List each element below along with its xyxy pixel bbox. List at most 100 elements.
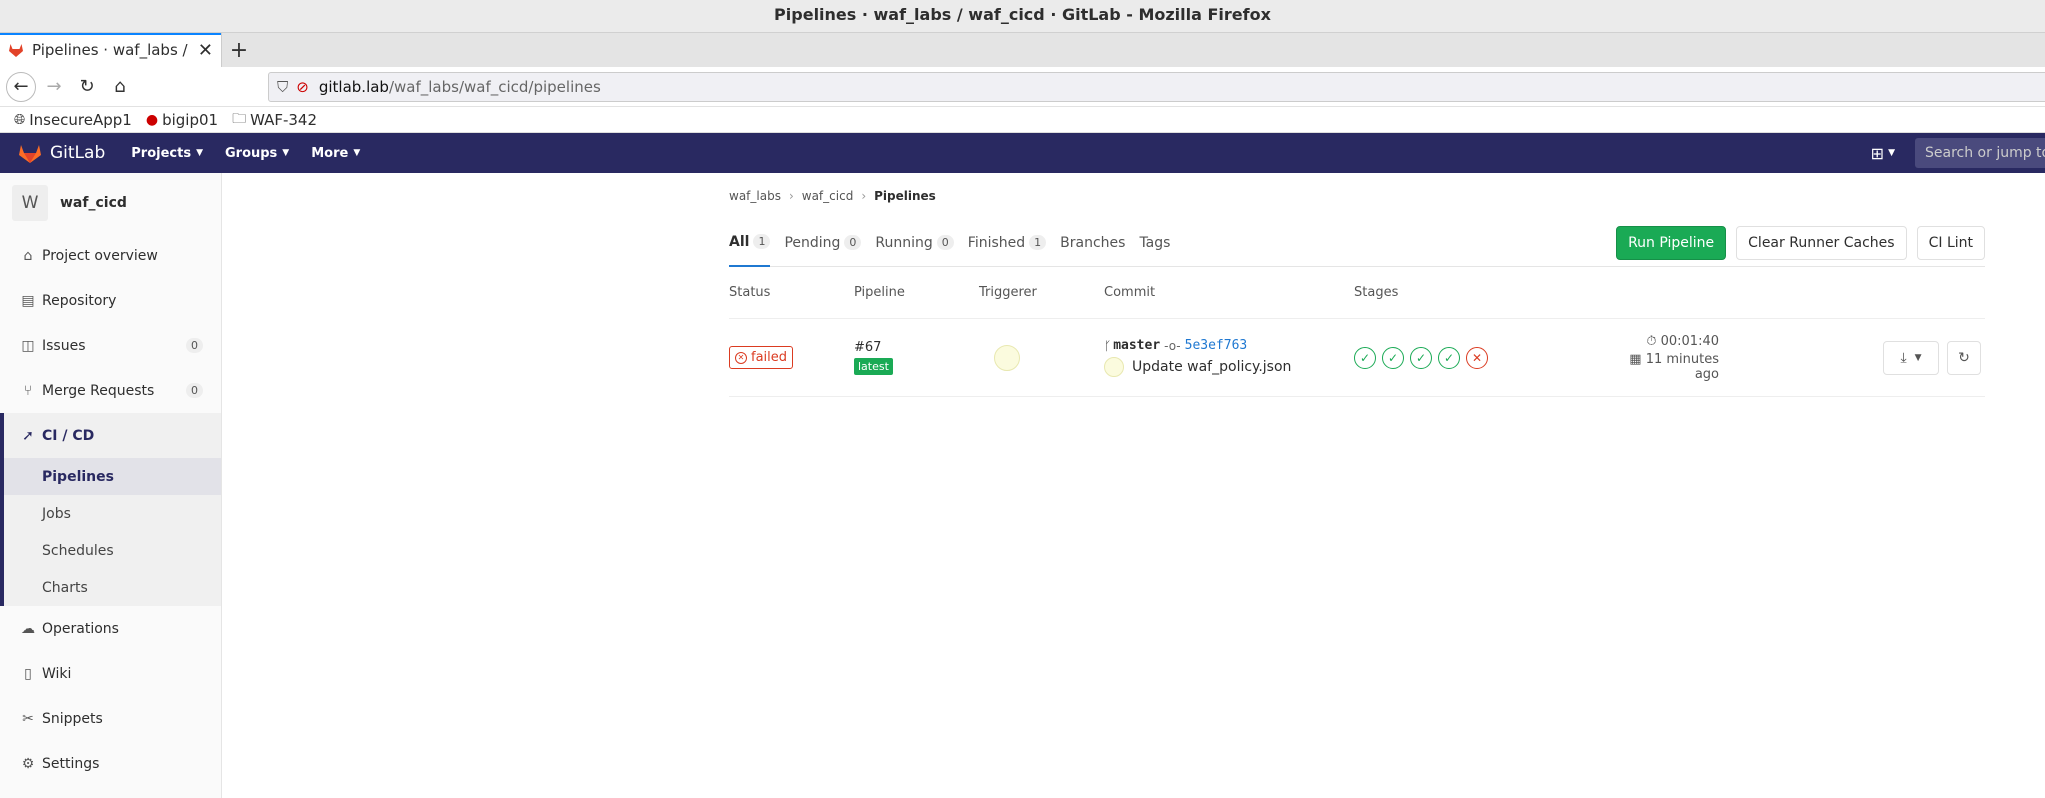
- home-icon: ⌂: [23, 247, 33, 264]
- table-header: Status Pipeline Triggerer Commit Stages: [729, 267, 1985, 319]
- cloud-icon: ☁︎: [21, 620, 35, 637]
- tab-finished[interactable]: Finished 1: [968, 219, 1047, 267]
- gitlab-logo[interactable]: GitLab: [18, 142, 105, 164]
- status-badge[interactable]: ✕ failed: [729, 346, 794, 369]
- wiki-book-icon: ▯: [24, 665, 32, 682]
- issues-icon: ◫: [21, 337, 35, 354]
- home-button[interactable]: ⌂: [105, 72, 135, 102]
- reload-button[interactable]: ↻: [72, 72, 102, 102]
- breadcrumb: waf_labs › waf_cicd › Pipelines: [729, 173, 1985, 219]
- table-row: ✕ failed #67 latest ᚴ master -o- 5e3ef763: [729, 319, 1985, 397]
- bookmark-insecureapp1[interactable]: 🌐︎ InsecureApp1: [14, 111, 132, 129]
- tab-pending[interactable]: Pending 0: [784, 219, 862, 267]
- nav-projects[interactable]: Projects ▼: [131, 146, 203, 161]
- retry-icon: ↻: [1958, 349, 1970, 366]
- latest-badge: latest: [854, 358, 893, 375]
- nav-groups[interactable]: Groups ▼: [225, 146, 289, 161]
- bookmark-bigip01[interactable]: ● bigip01: [146, 111, 218, 129]
- branch-name[interactable]: master: [1113, 338, 1160, 353]
- stage-passed-icon[interactable]: ✓: [1438, 346, 1460, 369]
- new-item-dropdown[interactable]: ⊞ ▼: [1871, 144, 1895, 163]
- bookmark-folder-waf-342[interactable]: 🗀 WAF-342: [232, 108, 317, 132]
- sidebar-item-settings[interactable]: ⚙ Settings: [0, 741, 221, 786]
- sidebar-sub-pipelines[interactable]: Pipelines: [4, 458, 221, 495]
- project-header[interactable]: W waf_cicd: [0, 173, 221, 233]
- header-stages: Stages: [1354, 285, 1399, 300]
- stage-passed-icon[interactable]: ✓: [1410, 346, 1432, 369]
- new-tab-button[interactable]: +: [222, 33, 256, 67]
- browser-tab[interactable]: Pipelines · waf_labs / w ✕: [0, 33, 222, 67]
- sidebar-item-merge-requests[interactable]: ⑂ Merge Requests 0: [0, 368, 221, 413]
- pipeline-stages: ✓ ✓ ✓ ✓ ✕: [1354, 346, 1604, 369]
- sidebar-item-repository[interactable]: ▤ Repository: [0, 278, 221, 323]
- back-button[interactable]: ←: [6, 71, 36, 102]
- project-avatar: W: [12, 185, 48, 221]
- sidebar-item-snippets[interactable]: ✂ Snippets: [0, 696, 221, 741]
- chevron-down-icon: ▼: [1914, 352, 1922, 363]
- project-name: waf_cicd: [60, 195, 127, 211]
- f5-logo-icon: ●: [145, 111, 159, 128]
- commit-icon: -o-: [1164, 338, 1181, 353]
- retry-pipeline-button[interactable]: ↻: [1947, 340, 1981, 375]
- commit-author-avatar[interactable]: [1104, 357, 1124, 377]
- chevron-right-icon: ›: [788, 189, 794, 203]
- sidebar-sub-schedules[interactable]: Schedules: [4, 532, 221, 569]
- pipeline-filter-tabs: All 1 Pending 0 Running 0 Finished 1 Branche…: [729, 219, 1985, 267]
- merge-requests-count-badge: 0: [186, 383, 203, 398]
- insecure-lock-icon[interactable]: ⊘: [296, 78, 309, 96]
- tab-count: 1: [753, 234, 771, 249]
- scissors-icon: ✂: [22, 710, 34, 727]
- shield-icon[interactable]: ⛉: [277, 78, 288, 96]
- stage-failed-icon[interactable]: ✕: [1466, 346, 1488, 369]
- run-pipeline-button[interactable]: Run Pipeline: [1616, 225, 1727, 260]
- triggerer-avatar[interactable]: [994, 344, 1020, 371]
- calendar-icon: ▦: [1629, 351, 1642, 367]
- window-title: Pipelines · waf_labs / waf_cicd · GitLab…: [0, 0, 2045, 33]
- header-triggerer: Triggerer: [979, 285, 1037, 300]
- book-icon: ▤: [21, 292, 35, 309]
- pipeline-id-link[interactable]: #67: [854, 340, 979, 355]
- sidebar-cicd-section: ➚ CI / CD Pipelines Jobs Schedules Charts: [0, 413, 221, 606]
- tab-all[interactable]: All 1: [729, 219, 771, 267]
- sidebar-item-cicd[interactable]: ➚ CI / CD: [4, 413, 221, 458]
- stage-passed-icon[interactable]: ✓: [1382, 346, 1404, 369]
- header-pipeline: Pipeline: [854, 285, 905, 300]
- gitlab-tanuki-icon: [19, 145, 41, 163]
- commit-message[interactable]: Update waf_policy.json: [1132, 359, 1291, 375]
- commit-sha-link[interactable]: 5e3ef763: [1185, 338, 1248, 353]
- merge-request-icon: ⑂: [23, 382, 33, 399]
- globe-icon: 🌐︎: [14, 111, 26, 128]
- main-content: waf_labs › waf_cicd › Pipelines All 1 Pendi…: [222, 173, 2045, 798]
- gear-icon: ⚙: [21, 755, 35, 772]
- sidebar-item-issues[interactable]: ◫ Issues 0: [0, 323, 221, 368]
- close-tab-icon[interactable]: ✕: [198, 40, 213, 61]
- breadcrumb-project[interactable]: waf_cicd: [802, 189, 854, 203]
- header-status: Status: [729, 285, 771, 300]
- forward-button[interactable]: →: [39, 72, 69, 102]
- duration: ⏱ 00:01:40: [1646, 333, 1719, 349]
- tab-running[interactable]: Running 0: [875, 219, 954, 267]
- stage-passed-icon[interactable]: ✓: [1354, 346, 1376, 369]
- sidebar-sub-jobs[interactable]: Jobs: [4, 495, 221, 532]
- finished-time: ▦ 11 minutes ago: [1629, 351, 1719, 382]
- tab-count: 0: [936, 235, 954, 250]
- download-artifacts-dropdown[interactable]: ⤓ ▼: [1883, 340, 1939, 375]
- browser-tab-bar: Pipelines · waf_labs / w ✕ +: [0, 33, 2045, 67]
- sidebar-item-operations[interactable]: ☁︎ Operations: [0, 606, 221, 651]
- issues-count-badge: 0: [186, 338, 203, 353]
- tab-branches[interactable]: Branches: [1060, 219, 1125, 267]
- breadcrumb-group[interactable]: waf_labs: [729, 189, 781, 203]
- sidebar-item-wiki[interactable]: ▯ Wiki: [0, 651, 221, 696]
- clear-runner-caches-button[interactable]: Clear Runner Caches: [1736, 225, 1907, 260]
- address-bar[interactable]: ⛉ ⊘ gitlab.lab/waf_labs/waf_cicd/pipelin…: [268, 71, 2045, 102]
- browser-tab-title: Pipelines · waf_labs / w: [32, 41, 192, 59]
- search-input[interactable]: Search or jump to...: [1915, 138, 2045, 168]
- breadcrumb-current[interactable]: Pipelines: [874, 189, 936, 203]
- header-commit: Commit: [1104, 285, 1156, 300]
- sidebar-item-project-overview[interactable]: ⌂ Project overview: [0, 233, 221, 278]
- ci-lint-button[interactable]: CI Lint: [1916, 225, 1985, 260]
- sidebar-sub-charts[interactable]: Charts: [4, 569, 221, 606]
- bookmarks-bar: 🌐︎ InsecureApp1 ● bigip01 🗀 WAF-342: [0, 107, 2045, 133]
- nav-more[interactable]: More ▼: [311, 146, 360, 161]
- tab-tags[interactable]: Tags: [1139, 219, 1170, 267]
